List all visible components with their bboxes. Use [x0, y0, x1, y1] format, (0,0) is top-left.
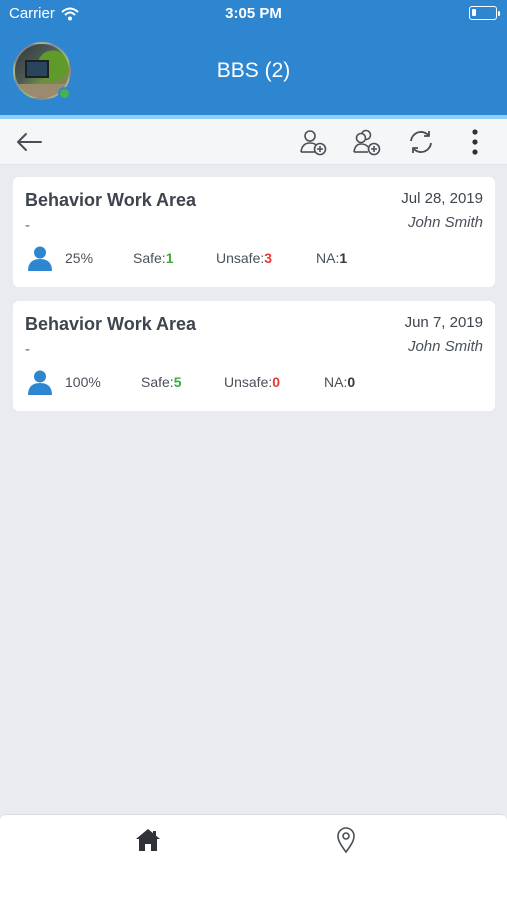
location-pin-icon: [337, 827, 355, 853]
na-value: 1: [339, 250, 348, 266]
na-count: NA:0: [324, 374, 355, 390]
back-arrow-icon: [17, 133, 42, 151]
card-subtitle: -: [25, 341, 30, 358]
unsafe-label: Unsafe:: [224, 374, 273, 390]
safe-count: Safe:5: [141, 374, 182, 390]
safe-percentage: 25%: [65, 250, 94, 266]
card-author: John Smith: [407, 214, 483, 231]
unsafe-count: Unsafe:3: [216, 250, 272, 266]
online-status-indicator: [58, 87, 71, 100]
unsafe-label: Unsafe:: [216, 250, 265, 266]
card-title: Behavior Work Area: [25, 314, 197, 334]
unsafe-value: 3: [264, 250, 273, 266]
observation-card[interactable]: Behavior Work Area Jul 28, 2019 - John S…: [13, 177, 495, 287]
card-author: John Smith: [407, 338, 483, 355]
home-icon: [136, 829, 160, 851]
safe-value: 5: [173, 374, 182, 390]
refresh-button[interactable]: [404, 125, 438, 159]
add-user-button[interactable]: [296, 125, 330, 159]
unsafe-value: 0: [272, 374, 281, 390]
add-group-button[interactable]: [350, 125, 384, 159]
card-stats-row: 100% Safe:5 Unsafe:0 NA:0: [25, 369, 485, 395]
battery-icon: [469, 6, 500, 20]
safe-value: 1: [165, 250, 174, 266]
toolbar: [0, 119, 507, 165]
na-count: NA:1: [316, 250, 347, 266]
na-value: 0: [347, 374, 356, 390]
more-options-button[interactable]: [458, 125, 492, 159]
na-label: NA:: [316, 250, 340, 266]
unsafe-count: Unsafe:0: [224, 374, 280, 390]
tab-location[interactable]: [329, 823, 363, 857]
person-icon: [28, 370, 52, 395]
safe-count: Safe:1: [133, 250, 174, 266]
tab-home[interactable]: [131, 823, 165, 857]
safe-label: Safe:: [141, 374, 174, 390]
back-button[interactable]: [12, 125, 46, 159]
person-icon: [28, 246, 52, 271]
observation-card[interactable]: Behavior Work Area Jun 7, 2019 - John Sm…: [13, 301, 495, 411]
status-bar: Carrier 3:05 PM: [0, 0, 507, 30]
card-date: Jul 28, 2019: [401, 190, 483, 207]
page-title: BBS (2): [216, 59, 291, 82]
status-time: 3:05 PM: [225, 5, 282, 22]
card-title: Behavior Work Area: [25, 190, 197, 210]
card-subtitle: -: [25, 217, 30, 234]
refresh-icon: [410, 131, 432, 153]
card-stats-row: 25% Safe:1 Unsafe:3 NA:1: [25, 245, 485, 271]
card-date: Jun 7, 2019: [404, 314, 483, 331]
safe-percentage: 100%: [65, 374, 101, 390]
bottom-tab-bar: [0, 814, 507, 900]
more-vertical-icon: [472, 129, 478, 155]
app-header: Carrier 3:05 PM BBS (2): [0, 0, 507, 120]
add-group-icon: [353, 129, 381, 156]
na-label: NA:: [324, 374, 348, 390]
safe-label: Safe:: [133, 250, 166, 266]
add-user-icon: [300, 130, 327, 156]
